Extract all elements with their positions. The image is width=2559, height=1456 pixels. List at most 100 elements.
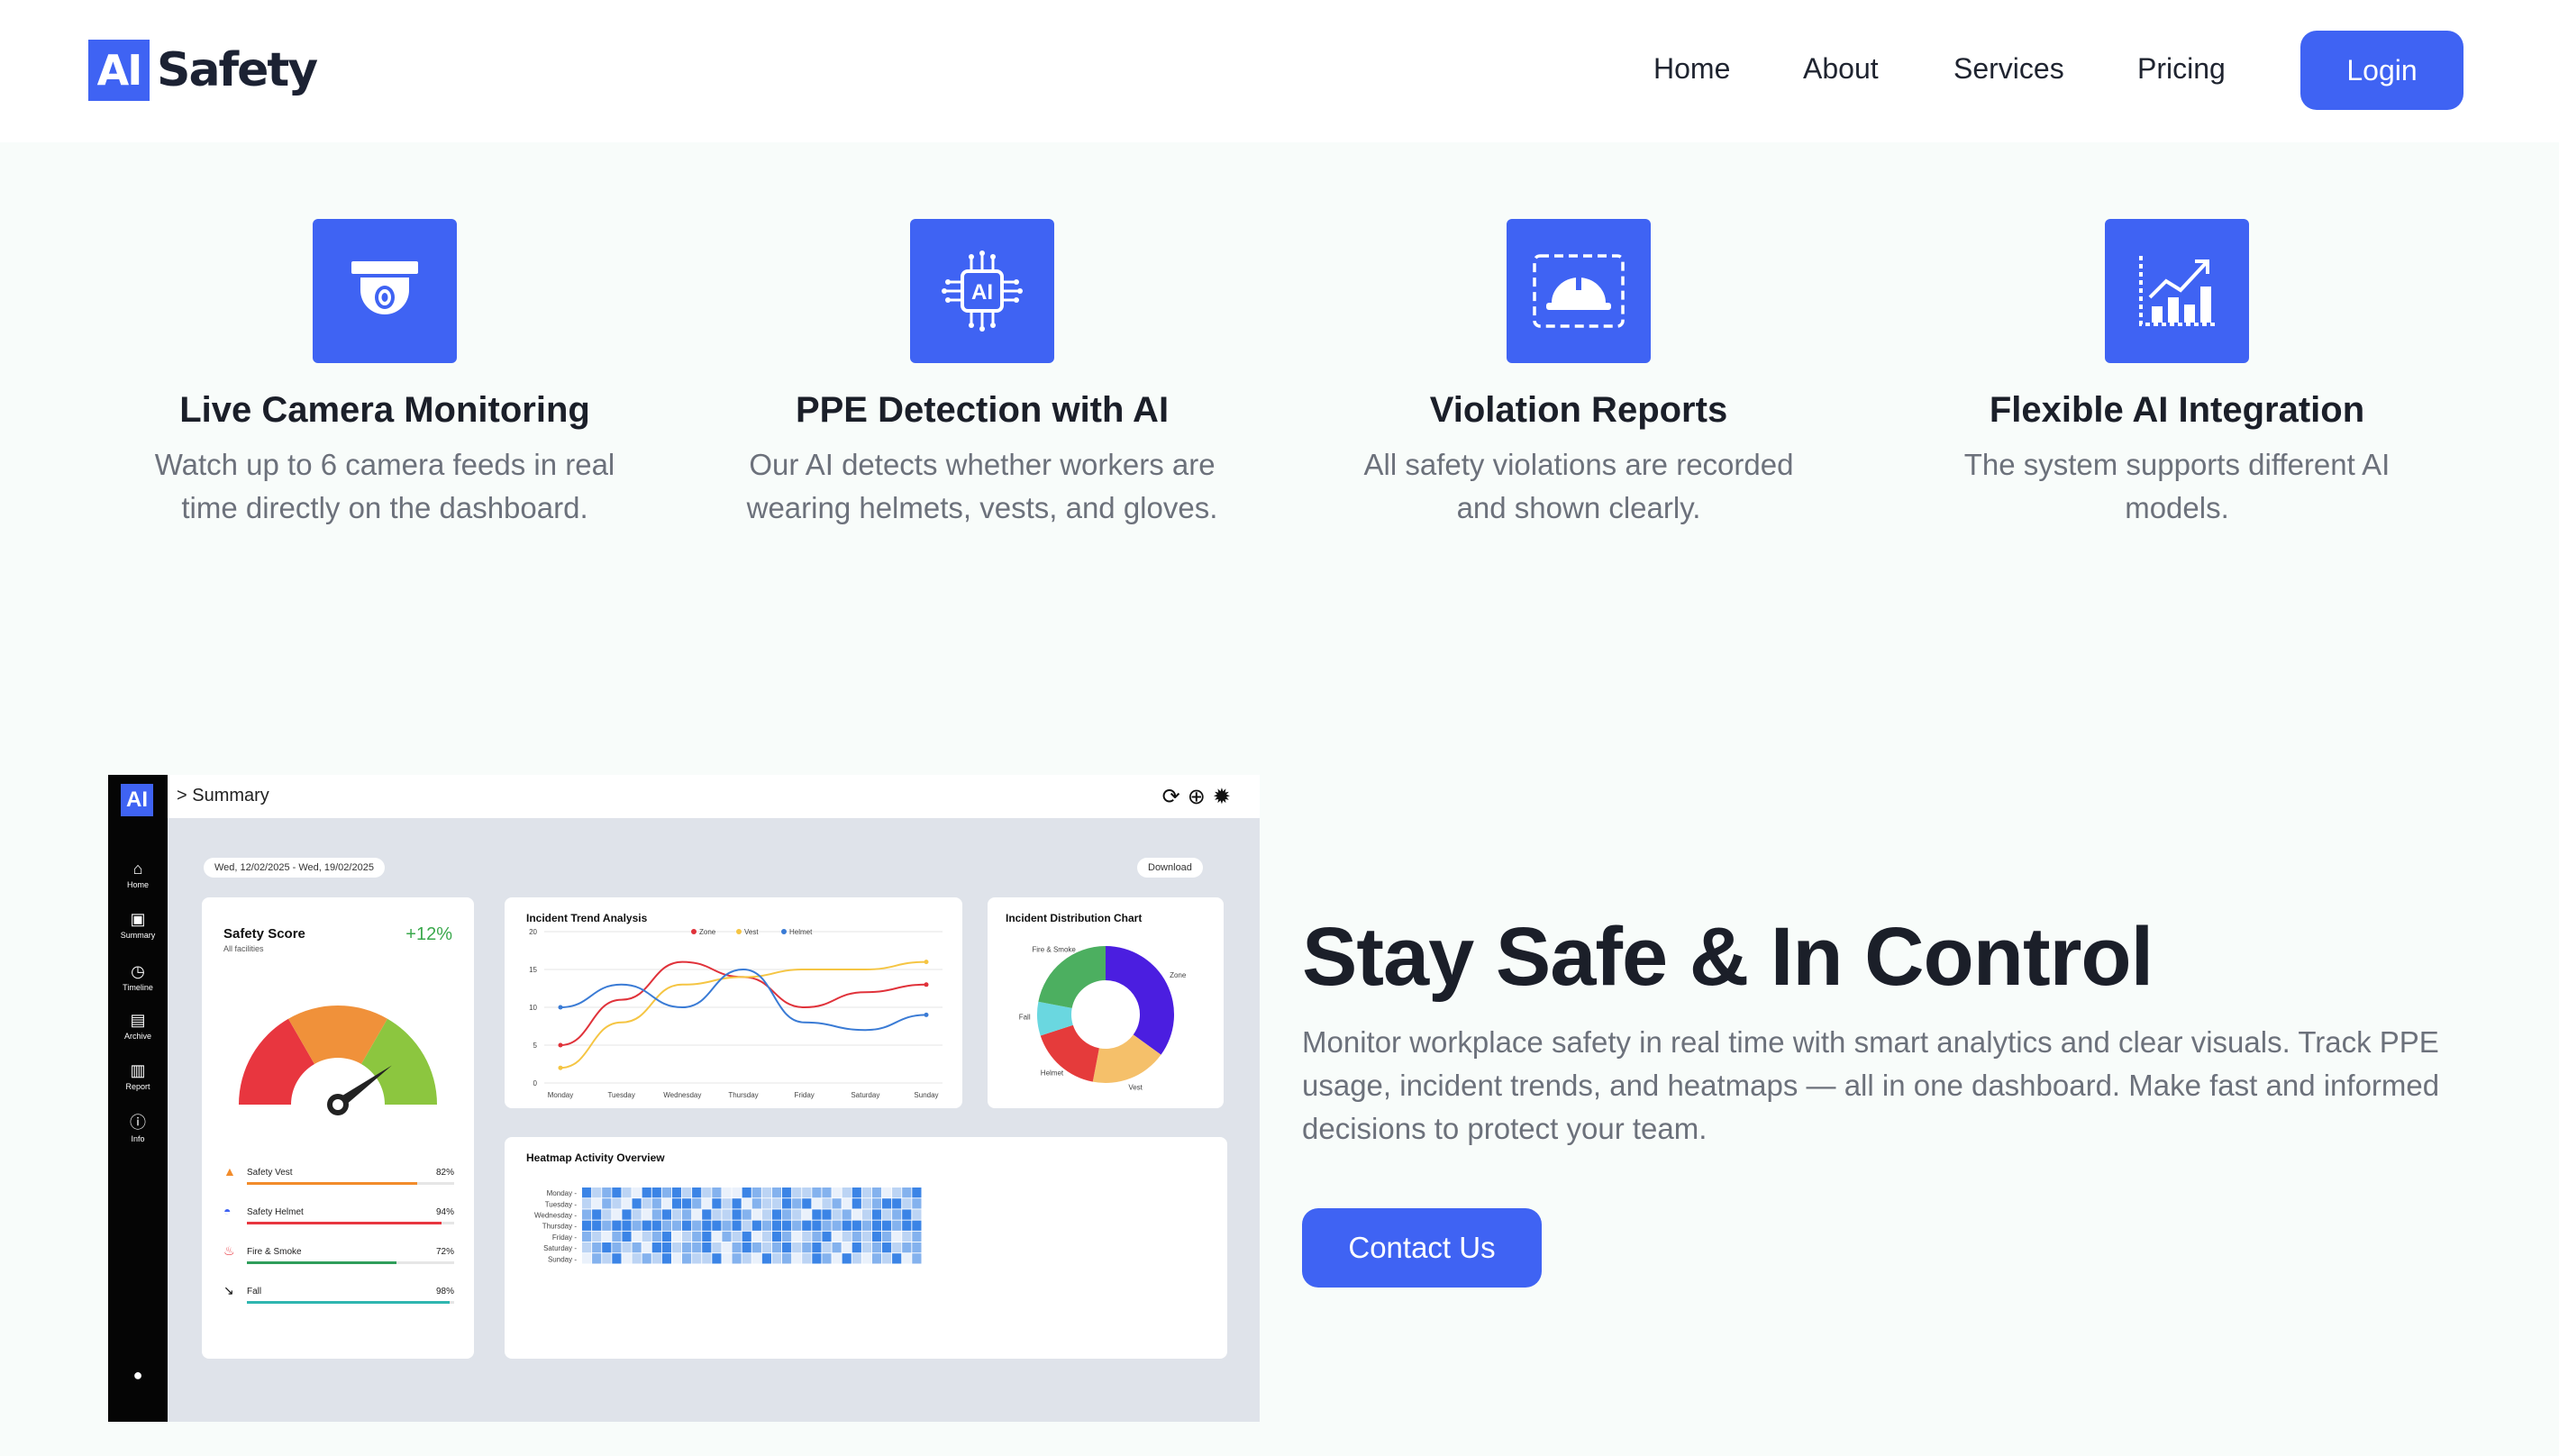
heatmap-cell <box>671 1220 682 1231</box>
heatmap-cell <box>742 1220 751 1231</box>
heatmap-cell <box>751 1220 761 1231</box>
heatmap-cell <box>782 1220 792 1231</box>
gear-icon[interactable]: ✹ <box>1213 785 1238 809</box>
ppe-bar <box>247 1301 454 1304</box>
x-tick-label: Monday <box>548 1091 573 1099</box>
sidebar-item-home[interactable]: ⌂ Home <box>108 860 168 889</box>
legend-label: Zone <box>699 928 716 936</box>
heatmap-cell <box>812 1198 822 1209</box>
heatmap-cell <box>812 1231 822 1242</box>
heatmap-cell <box>861 1220 871 1231</box>
date-range-picker[interactable]: Wed, 12/02/2025 - Wed, 19/02/2025 <box>204 858 385 878</box>
heatmap-cell <box>882 1231 892 1242</box>
heatmap-cell <box>771 1198 782 1209</box>
heatmap-cell <box>902 1242 912 1253</box>
feature-title: Flexible AI Integration <box>1989 390 2365 430</box>
sidebar-item-report[interactable]: ▥ Report <box>108 1061 168 1091</box>
heatmap-cell <box>832 1253 842 1264</box>
series-point <box>924 1012 929 1017</box>
refresh-icon[interactable]: ⟳ <box>1162 785 1188 809</box>
sidebar-item-timeline[interactable]: ◷ Timeline <box>108 962 168 992</box>
ppe-row-helmet: ◓ Safety Helmet 94% <box>223 1204 454 1225</box>
nav-link-about[interactable]: About <box>1803 52 1879 86</box>
heatmap-cell <box>671 1242 682 1253</box>
heatmap-cell <box>761 1188 771 1198</box>
ppe-bar <box>247 1261 454 1264</box>
globe-icon[interactable]: ⊕ <box>1188 785 1213 809</box>
sidebar-item-label: Home <box>126 880 149 889</box>
summary-icon: ▣ <box>130 910 146 928</box>
heatmap-cell <box>892 1209 902 1220</box>
contact-us-button[interactable]: Contact Us <box>1302 1208 1542 1288</box>
heatmap-cell <box>612 1253 622 1264</box>
feature-card-violations: Violation Reports All safety violations … <box>1326 219 1831 530</box>
heatmap-cell <box>582 1242 592 1253</box>
ppe-bar-fill <box>247 1222 442 1224</box>
heatmap-cell <box>602 1220 612 1231</box>
nav-link-services[interactable]: Services <box>1953 52 2064 86</box>
heatmap-cell <box>671 1209 682 1220</box>
sidebar-item-archive[interactable]: ▤ Archive <box>108 1011 168 1041</box>
heatmap-cell <box>871 1209 882 1220</box>
heatmap-cell <box>632 1198 642 1209</box>
heatmap-cell <box>871 1198 882 1209</box>
heatmap-cell <box>612 1198 622 1209</box>
heatmap-cell <box>902 1220 912 1231</box>
hero-title: Stay Safe & In Control <box>1302 911 2154 1003</box>
heatmap-cell <box>871 1242 882 1253</box>
heatmap-cell <box>702 1188 712 1198</box>
heatmap-cell <box>912 1198 922 1209</box>
fall-icon: ↘ <box>223 1283 234 1297</box>
heatmap-cell <box>602 1209 612 1220</box>
heatmap-cell <box>692 1253 702 1264</box>
heatmap-cell <box>822 1242 832 1253</box>
heatmap-cell <box>651 1242 661 1253</box>
x-tick-label: Thursday <box>728 1091 758 1099</box>
heatmap-cell <box>832 1231 842 1242</box>
heatmap-cell <box>651 1253 661 1264</box>
home-icon: ⌂ <box>132 860 143 878</box>
heatmap-row-label: Saturday - <box>543 1244 577 1252</box>
brand-logo[interactable]: AI Safety <box>88 40 318 101</box>
user-avatar-icon[interactable]: ● <box>108 1366 168 1384</box>
heatmap-cell <box>642 1242 651 1253</box>
fire-icon: ♨ <box>223 1243 235 1258</box>
download-button[interactable]: Download <box>1137 858 1203 878</box>
heatmap-cell <box>642 1231 651 1242</box>
hard-hat-detection-icon <box>1507 219 1651 363</box>
heatmap-cell <box>792 1209 802 1220</box>
login-button[interactable]: Login <box>2300 31 2463 110</box>
heatmap-cell <box>612 1188 622 1198</box>
heatmap-cell <box>632 1253 642 1264</box>
heatmap-cell <box>732 1188 742 1198</box>
ppe-name: Safety Helmet <box>247 1207 304 1217</box>
heatmap-row-label: Thursday - <box>542 1223 578 1231</box>
heatmap-cell <box>732 1242 742 1253</box>
heatmap-cell <box>792 1242 802 1253</box>
safety-score-card: Safety Score All facilities +12% ▲ Safet… <box>202 897 474 1359</box>
heatmap-cell <box>632 1209 642 1220</box>
legend-swatch <box>781 929 787 934</box>
heatmap-cell <box>612 1209 622 1220</box>
incident-distribution-chart: Zone Vest Helmet Fall Fire & Smoke <box>1019 946 1187 1092</box>
heatmap-cell <box>661 1209 671 1220</box>
ppe-value: 82% <box>435 1168 454 1178</box>
heatmap-cell <box>702 1209 712 1220</box>
sidebar-item-summary[interactable]: ▣ Summary <box>108 910 168 940</box>
ppe-name: Fall <box>247 1287 262 1297</box>
heatmap-cell <box>712 1220 722 1231</box>
heatmap-cell <box>782 1231 792 1242</box>
heatmap-cell <box>851 1231 861 1242</box>
heatmap-cell <box>802 1198 812 1209</box>
heatmap-cell <box>802 1209 812 1220</box>
heatmap-cell <box>761 1198 771 1209</box>
nav-link-home[interactable]: Home <box>1653 52 1730 86</box>
nav-link-pricing[interactable]: Pricing <box>2137 52 2226 86</box>
heatmap-cell <box>792 1220 802 1231</box>
clock-icon: ◷ <box>131 962 145 980</box>
heatmap-cell <box>871 1220 882 1231</box>
sidebar-item-label: Timeline <box>123 983 153 992</box>
sidebar-item-info[interactable]: ⓘ Info <box>108 1114 168 1143</box>
incident-trend-card: Incident Trend Analysis 0 5 10 15 20 Monday Tu… <box>505 897 962 1108</box>
heatmap-cell <box>832 1220 842 1231</box>
